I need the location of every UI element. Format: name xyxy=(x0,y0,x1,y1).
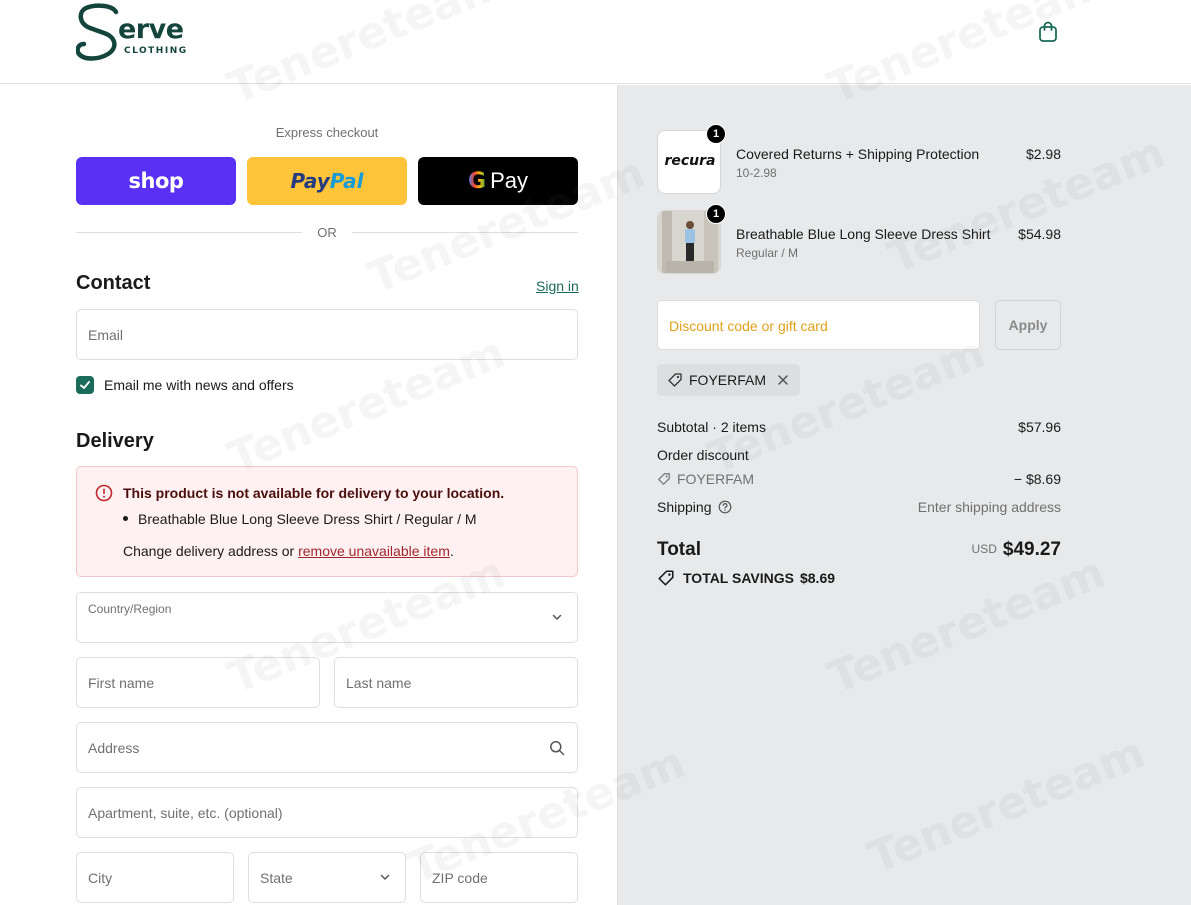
apply-discount-button[interactable]: Apply xyxy=(995,300,1061,350)
item-name: Breathable Blue Long Sleeve Dress Shirt xyxy=(736,226,991,242)
item-price: $2.98 xyxy=(1025,146,1061,162)
unavailable-item-text: Breathable Blue Long Sleeve Dress Shirt … xyxy=(138,511,477,527)
tag-icon xyxy=(658,570,674,586)
country-region-label: Country/Region xyxy=(88,602,172,616)
order-discount-row: Order discount xyxy=(657,447,1061,463)
checkout-form: Express checkout shop Pay Pal G Pay OR Co… xyxy=(0,85,617,905)
chevron-down-icon xyxy=(380,874,390,880)
contact-heading: Contact xyxy=(76,272,151,294)
chevron-down-icon xyxy=(552,614,562,620)
recura-logo: recura xyxy=(664,153,716,169)
checkmark-icon xyxy=(80,381,90,389)
help-icon[interactable] xyxy=(718,500,732,514)
total-value: $49.27 xyxy=(1002,539,1061,560)
paypal-button[interactable]: Pay Pal xyxy=(247,157,407,205)
city-placeholder: City xyxy=(88,870,113,886)
total-row: Total USD $49.27 xyxy=(657,539,1061,565)
delivery-error-alert: This product is not available for delive… xyxy=(76,466,578,577)
alert-title: This product is not available for delive… xyxy=(123,485,505,501)
zip-code-placeholder: ZIP code xyxy=(432,870,488,886)
total-savings-label: TOTAL SAVINGS xyxy=(683,570,794,586)
news-offers-checkbox-row[interactable]: Email me with news and offers xyxy=(76,375,294,395)
total-savings-value: $8.69 xyxy=(799,570,836,586)
google-g-icon: G xyxy=(468,168,487,194)
shipping-label: Shipping xyxy=(657,499,712,515)
shopping-bag-icon[interactable] xyxy=(1036,20,1060,44)
brand-logo[interactable]: erve CLOTHING xyxy=(75,2,196,64)
order-discount-label: Order discount xyxy=(657,447,749,463)
or-divider: OR xyxy=(76,223,578,243)
zip-code-field[interactable]: ZIP code xyxy=(420,852,578,903)
apartment-field[interactable]: Apartment, suite, etc. (optional) xyxy=(76,787,578,838)
apartment-placeholder: Apartment, suite, etc. (optional) xyxy=(88,805,283,821)
news-offers-checkbox[interactable] xyxy=(76,376,94,394)
discount-value: − $8.69 xyxy=(1013,471,1061,487)
shipping-label-wrap: Shipping xyxy=(657,499,732,515)
item-variant: 10-2.98 xyxy=(736,166,777,180)
logo-subtitle: CLOTHING xyxy=(124,46,188,56)
last-name-placeholder: Last name xyxy=(346,675,412,691)
paypal-label-part2: Pal xyxy=(329,169,364,193)
paypal-label-part1: Pay xyxy=(290,169,330,193)
item-variant: Regular / M xyxy=(736,246,799,260)
quantity-badge: 1 xyxy=(706,204,726,224)
google-pay-label: Pay xyxy=(490,168,528,193)
city-field[interactable]: City xyxy=(76,852,234,903)
delivery-heading: Delivery xyxy=(76,430,154,452)
total-amount: USD $49.27 xyxy=(972,539,1061,561)
first-name-placeholder: First name xyxy=(88,675,155,691)
shipping-row: Shipping Enter shipping address xyxy=(657,499,1061,515)
applied-discount-chip: FOYERFAM xyxy=(657,364,801,396)
total-savings: TOTAL SAVINGS $8.69 xyxy=(657,569,835,587)
quantity-badge: 1 xyxy=(706,124,726,144)
address-placeholder: Address xyxy=(88,740,140,756)
cart-item: recura 1 Covered Returns + Shipping Prot… xyxy=(657,124,1061,194)
shipping-value: Enter shipping address xyxy=(917,499,1061,515)
search-icon[interactable] xyxy=(549,740,565,756)
logo-wordmark: erve xyxy=(118,14,184,45)
shop-pay-button[interactable]: shop xyxy=(76,157,236,205)
tag-icon xyxy=(668,373,682,387)
divider-line-right xyxy=(352,232,578,233)
remove-unavailable-item-link[interactable]: remove unavailable item xyxy=(298,543,450,559)
address-field[interactable]: Address xyxy=(76,722,578,773)
discount-code-detail: FOYERFAM xyxy=(657,471,754,487)
error-icon xyxy=(95,484,113,502)
close-icon[interactable] xyxy=(776,373,790,387)
alert-action-text: Change delivery address or remove unavai… xyxy=(123,543,454,559)
alert-unavailable-item: Breathable Blue Long Sleeve Dress Shirt … xyxy=(123,511,477,527)
cart-item: 1 Breathable Blue Long Sleeve Dress Shir… xyxy=(657,204,1061,274)
bullet xyxy=(123,515,128,521)
alert-action-suffix: . xyxy=(449,543,454,559)
subtotal-label: Subtotal · 2 items xyxy=(657,419,766,435)
header: erve CLOTHING xyxy=(0,0,1191,84)
order-summary: recura 1 Covered Returns + Shipping Prot… xyxy=(617,85,1191,905)
last-name-field[interactable]: Last name xyxy=(334,657,578,708)
discount-code-name: FOYERFAM xyxy=(677,471,755,487)
express-checkout-title: Express checkout xyxy=(275,125,379,140)
alert-action-prefix: Change delivery address or xyxy=(123,543,299,559)
applied-code-label: FOYERFAM xyxy=(689,372,767,388)
discount-placeholder: Discount code or gift card xyxy=(669,318,828,334)
state-placeholder: State xyxy=(260,870,293,886)
total-label: Total xyxy=(657,539,701,560)
subtotal-value: $57.96 xyxy=(1018,419,1061,435)
country-region-select[interactable]: Country/Region xyxy=(76,592,578,643)
discount-code-input[interactable]: Discount code or gift card xyxy=(657,300,980,350)
discount-code-row: FOYERFAM − $8.69 xyxy=(657,471,1061,489)
item-name: Covered Returns + Shipping Protection xyxy=(736,146,980,162)
news-offers-label: Email me with news and offers xyxy=(104,377,294,393)
shop-pay-label: shop xyxy=(128,169,184,193)
email-field[interactable]: Email xyxy=(76,309,578,360)
first-name-field[interactable]: First name xyxy=(76,657,320,708)
sign-in-link[interactable]: Sign in xyxy=(536,278,579,294)
tag-icon xyxy=(658,473,670,485)
state-select[interactable]: State xyxy=(248,852,406,903)
email-placeholder: Email xyxy=(88,327,124,343)
subtotal-row: Subtotal · 2 items $57.96 xyxy=(657,419,1061,435)
currency-code: USD xyxy=(971,542,997,556)
item-price: $54.98 xyxy=(1018,226,1061,242)
google-pay-button[interactable]: G Pay xyxy=(418,157,578,205)
